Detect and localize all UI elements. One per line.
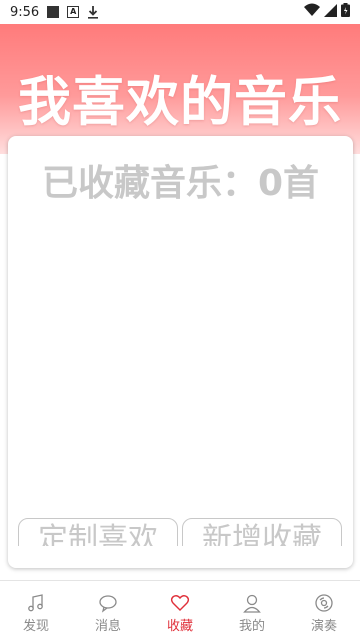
- status-time: 9:56: [10, 4, 40, 20]
- nav-label: 演奏: [310, 619, 337, 634]
- card-button-row: 定制喜欢 新增收藏: [18, 518, 343, 546]
- nav-item-discover[interactable]: 发现: [0, 581, 72, 640]
- notification-a-icon: A: [67, 6, 80, 18]
- nav-label: 我的: [238, 619, 265, 634]
- heart-icon: [170, 593, 190, 613]
- status-bar: 9:56 A: [0, 0, 360, 24]
- bottom-nav: 发现 消息 收藏 我的 演奏: [0, 580, 360, 640]
- nav-label: 发现: [22, 619, 49, 634]
- status-left: 9:56 A: [10, 5, 99, 20]
- page-title: 我喜欢的音乐: [18, 72, 342, 133]
- disc-icon: [314, 593, 334, 613]
- battery-icon: [341, 3, 350, 21]
- person-icon: [242, 593, 262, 613]
- download-icon: [87, 5, 99, 19]
- nav-item-favorites[interactable]: 收藏: [144, 581, 216, 640]
- chat-bubble-icon: [98, 593, 118, 613]
- add-favorite-button[interactable]: 新增收藏: [182, 518, 342, 546]
- nav-item-profile[interactable]: 我的: [216, 581, 288, 640]
- nav-label: 消息: [94, 619, 121, 634]
- nav-item-perform[interactable]: 演奏: [288, 581, 360, 640]
- nav-item-messages[interactable]: 消息: [72, 581, 144, 640]
- header-banner: 我喜欢的音乐: [0, 24, 360, 154]
- status-right: [304, 3, 350, 21]
- signal-icon: [324, 3, 337, 21]
- notification-square-icon: [47, 6, 60, 18]
- wifi-icon: [304, 3, 320, 21]
- music-note-icon: [26, 593, 46, 613]
- nav-label: 收藏: [166, 619, 193, 634]
- customize-favorites-button[interactable]: 定制喜欢: [18, 518, 178, 546]
- favorites-count: 已收藏音乐：0首: [41, 163, 320, 204]
- favorites-card: 已收藏音乐：0首 定制喜欢 新增收藏: [8, 136, 353, 568]
